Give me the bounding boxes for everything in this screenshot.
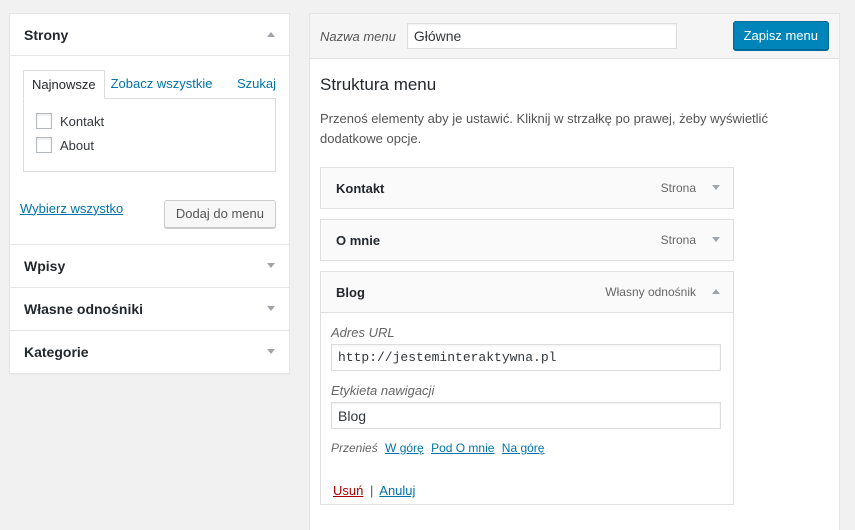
add-menu-items-panel: Strony Najnowsze Zobacz wszystkie Szukaj… [9, 13, 290, 374]
custom-links-section-title: Własne odnośniki [24, 301, 144, 317]
menu-item-handle[interactable]: Blog Własny odnośnik [321, 272, 733, 312]
url-label: Adres URL [331, 325, 395, 340]
item-actions: Usuń | Anuluj [331, 483, 723, 498]
move-label: Przenieś [331, 441, 378, 455]
page-checkbox-about[interactable] [36, 137, 52, 153]
item-expand-arrow-icon[interactable] [712, 185, 720, 190]
page-checkbox-kontakt[interactable] [36, 113, 52, 129]
menu-item-type: Własny odnośnik [605, 285, 696, 299]
pages-section: Strony Najnowsze Zobacz wszystkie Szukaj… [10, 14, 289, 244]
move-controls: Przenieś W górę Pod O mnie Na górę [331, 441, 723, 455]
pages-tabs: Najnowsze Zobacz wszystkie Szukaj [23, 68, 276, 99]
item-collapse-arrow-icon[interactable] [712, 289, 720, 294]
tab-search[interactable]: Szukaj [231, 70, 276, 98]
custom-links-section: Własne odnośniki [10, 287, 289, 330]
pages-list: Kontakt About [23, 98, 276, 172]
add-to-menu-button[interactable]: Dodaj do menu [163, 200, 276, 228]
posts-section-toggle[interactable]: Wpisy [10, 245, 289, 287]
save-menu-button[interactable]: Zapisz menu [732, 21, 829, 50]
menu-name-label: Nazwa menu [320, 28, 396, 44]
expand-arrow-icon [267, 263, 275, 268]
categories-section: Kategorie [10, 330, 289, 373]
menu-structure-description: Przenoś elementy aby je ustawić. Kliknij… [320, 111, 768, 146]
posts-section: Wpisy [10, 244, 289, 287]
expand-arrow-icon [267, 306, 275, 311]
menu-item-title: O mnie [336, 232, 381, 248]
menu-structure-title: Struktura menu [320, 75, 437, 94]
collapse-arrow-icon [267, 31, 275, 37]
menu-item-settings: Adres URL http://jesteminteraktywna.pl E… [321, 312, 733, 504]
move-up-link[interactable]: W górę [385, 441, 424, 455]
menu-item-title: Kontakt [336, 180, 385, 196]
item-expand-arrow-icon[interactable] [712, 237, 720, 242]
menu-item-type: Strona [660, 233, 696, 247]
tab-newest[interactable]: Najnowsze [23, 70, 105, 99]
menu-item-type: Strona [660, 181, 696, 195]
menu-item-handle[interactable]: Kontakt Strona [321, 168, 733, 208]
menu-item-blog[interactable]: Blog Własny odnośnik Adres URL http://je… [320, 271, 734, 505]
nav-label-label: Etykieta nawigacji [331, 383, 435, 398]
expand-arrow-icon [267, 349, 275, 354]
page-label-about: About [60, 137, 94, 153]
menu-item-o-mnie[interactable]: O mnie Strona [320, 219, 734, 261]
page-item-kontakt: Kontakt [36, 109, 263, 133]
nav-label-input[interactable]: Blog [331, 402, 721, 429]
url-input[interactable]: http://jesteminteraktywna.pl [331, 344, 721, 371]
select-all-link[interactable]: Wybierz wszystko [20, 201, 123, 216]
page-item-about: About [36, 133, 263, 157]
pages-section-toggle[interactable]: Strony [10, 14, 289, 56]
actions-separator: | [369, 483, 374, 498]
remove-item-link[interactable]: Usuń [333, 483, 363, 498]
categories-section-toggle[interactable]: Kategorie [10, 331, 289, 373]
menu-header: Nazwa menu Zapisz menu [310, 14, 839, 59]
posts-section-title: Wpisy [24, 258, 66, 274]
categories-section-title: Kategorie [24, 344, 89, 360]
move-top-link[interactable]: Na górę [502, 441, 545, 455]
pages-section-title: Strony [24, 26, 69, 43]
move-under-link[interactable]: Pod O mnie [431, 441, 494, 455]
cancel-link[interactable]: Anuluj [379, 483, 415, 498]
menu-management-panel: Nazwa menu Zapisz menu Struktura menu Pr… [309, 13, 840, 530]
menu-item-handle[interactable]: O mnie Strona [321, 220, 733, 260]
menu-item-title: Blog [336, 284, 365, 300]
menu-item-kontakt[interactable]: Kontakt Strona [320, 167, 734, 209]
tab-view-all[interactable]: Zobacz wszystkie [105, 70, 219, 98]
custom-links-section-toggle[interactable]: Własne odnośniki [10, 288, 289, 330]
page-label-kontakt: Kontakt [60, 113, 105, 129]
menu-name-input[interactable] [406, 23, 677, 49]
